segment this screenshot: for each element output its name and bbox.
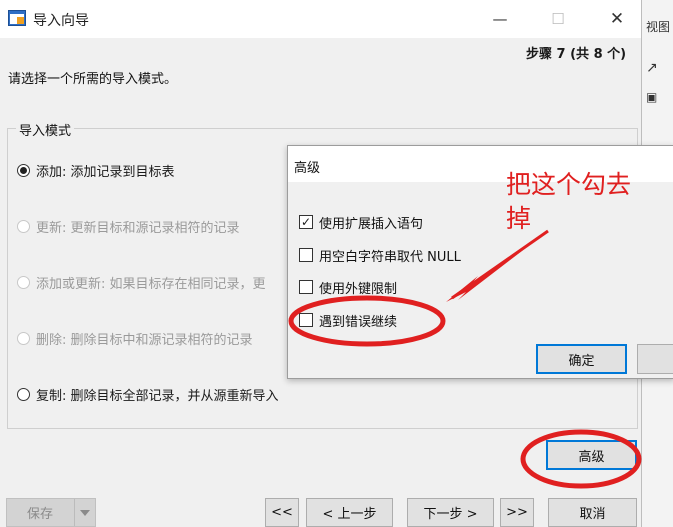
annotation-circle-option (288, 295, 446, 347)
annotation-overlay (288, 229, 642, 489)
annotation-text: 把这个勾去掉 (506, 170, 632, 233)
annotation-arrow-line (451, 229, 549, 300)
annotation-circle-advanced (520, 429, 642, 489)
